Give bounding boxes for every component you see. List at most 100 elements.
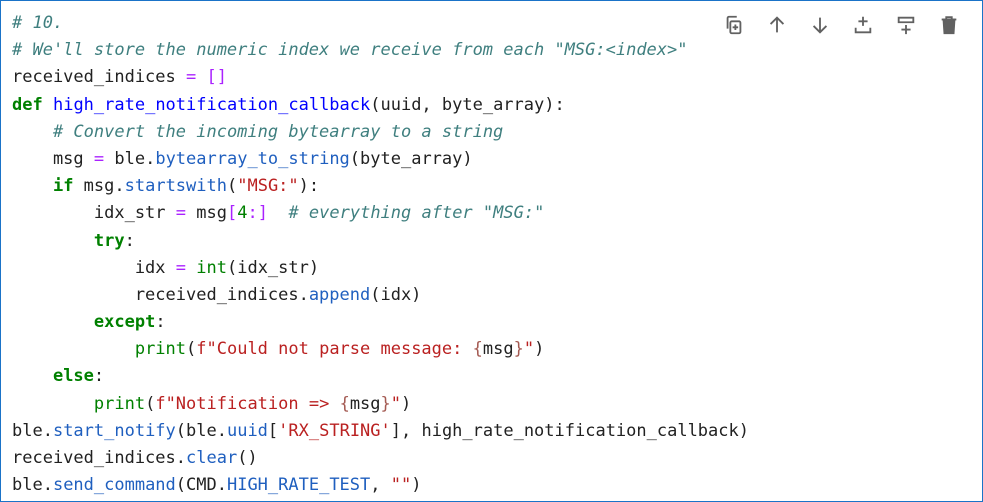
move-cell-down-button[interactable] <box>798 11 841 41</box>
code-token: = <box>93 148 105 169</box>
code-line: try: <box>12 228 749 255</box>
arrow-up-icon <box>766 14 788 39</box>
move-cell-up-button[interactable] <box>755 11 798 41</box>
code-line: ble.start_notify(ble.uuid['RX_STRING'], … <box>12 418 749 445</box>
code-token: = <box>175 257 187 278</box>
code-token: } <box>513 339 524 360</box>
code-token: received_indices. <box>12 448 186 468</box>
code-token: 4 <box>237 203 248 224</box>
code-token: ble. <box>104 148 156 169</box>
delete-cell-button[interactable] <box>927 11 970 41</box>
code-token: [ <box>226 203 238 224</box>
code-line: except: <box>12 309 749 336</box>
code-token: # everything after "MSG:" <box>288 203 545 224</box>
code-line: received_indices = [] <box>12 64 749 91</box>
code-token: clear <box>186 448 238 468</box>
code-token: ble. <box>12 420 53 441</box>
code-line: idx_str = msg[4:] # everything after "MS… <box>12 200 749 227</box>
code-line: # Convert the incoming bytearray to a st… <box>12 119 749 146</box>
code-token: msg <box>349 393 381 414</box>
code-token: 'RX_STRING' <box>278 420 391 441</box>
insert-cell-above-button[interactable] <box>841 11 884 41</box>
code-token: :] <box>247 203 268 224</box>
code-token: send_command <box>52 475 176 496</box>
code-token: [ <box>267 420 279 441</box>
code-line: received_indices.clear() <box>12 445 749 472</box>
code-editor[interactable]: # 10. # We'll store the numeric index we … <box>12 10 749 499</box>
code-token: ( <box>226 176 238 197</box>
insert-cell-below-button[interactable] <box>884 11 927 41</box>
code-token: (ble. <box>175 420 227 441</box>
code-token: msg <box>186 203 227 224</box>
code-token: bytearray_to_string <box>155 148 350 169</box>
code-token: if <box>52 176 74 197</box>
code-token: } <box>380 393 391 414</box>
code-token: print <box>93 393 146 414</box>
code-token: msg. <box>73 176 125 197</box>
code-line: def high_rate_notification_callback(uuid… <box>12 92 749 119</box>
code-token: append <box>308 284 371 305</box>
code-line: # We'll store the numeric index we recei… <box>12 37 749 64</box>
code-token: " <box>390 393 402 414</box>
code-cell[interactable]: # 10. # We'll store the numeric index we … <box>0 0 983 502</box>
code-line: msg = ble.bytearray_to_string(byte_array… <box>12 146 749 173</box>
code-line: # 10. <box>12 10 749 37</box>
code-token: received_indices. <box>12 284 309 305</box>
code-token: ( <box>186 339 197 360</box>
code-token: : <box>155 312 166 333</box>
insert-below-icon <box>895 14 917 39</box>
code-token: # Convert the incoming bytearray to a st… <box>52 121 504 142</box>
cell-toolbar <box>712 11 970 41</box>
code-token: "" <box>390 475 412 496</box>
code-token: ): <box>298 176 320 197</box>
code-token: idx <box>12 257 176 278</box>
code-token: { <box>339 393 350 414</box>
code-token: received_indices <box>12 67 176 88</box>
code-token: ) <box>401 393 412 414</box>
code-token: () <box>237 448 258 468</box>
code-token: [] <box>206 67 227 88</box>
code-token: { <box>472 339 483 360</box>
duplicate-cell-button[interactable] <box>712 11 755 41</box>
code-line: print(f"Could not parse message: {msg}") <box>12 336 749 363</box>
code-token: msg <box>482 339 514 360</box>
code-token: "MSG:" <box>237 176 299 197</box>
code-token: # We'll store the numeric index we recei… <box>12 40 688 61</box>
code-token: high_rate_notification_callback <box>52 94 371 115</box>
code-token: except <box>93 312 156 333</box>
code-token: try <box>93 230 125 251</box>
code-token: uuid <box>226 420 268 441</box>
code-token: (byte_array) <box>349 148 473 169</box>
code-token: (idx) <box>370 284 422 305</box>
code-token: idx_str <box>12 203 176 224</box>
code-token: = <box>175 203 187 224</box>
code-token: startswith <box>124 176 227 197</box>
code-token: ) <box>411 475 422 496</box>
code-token: else <box>52 366 94 387</box>
code-token: (CMD. <box>175 475 227 496</box>
code-line: else: <box>12 363 749 390</box>
arrow-down-icon <box>809 14 831 39</box>
code-token: ( <box>145 393 156 414</box>
code-line: ble.send_command(CMD.HIGH_RATE_TEST, "") <box>12 472 749 499</box>
code-token: HIGH_RATE_TEST <box>226 475 371 496</box>
code-token: f"Could not parse message: <box>196 339 473 360</box>
code-token: ], high_rate_notification_callback) <box>390 420 749 441</box>
copy-icon <box>723 14 745 39</box>
code-token: start_notify <box>52 420 176 441</box>
code-token: (idx_str) <box>226 257 320 278</box>
code-token: def <box>12 94 43 115</box>
code-token: # 10. <box>12 13 64 33</box>
code-token: : <box>93 366 105 387</box>
code-token: ble. <box>12 475 53 496</box>
code-token: = <box>186 67 197 88</box>
code-line: if msg.startswith("MSG:"): <box>12 173 749 200</box>
